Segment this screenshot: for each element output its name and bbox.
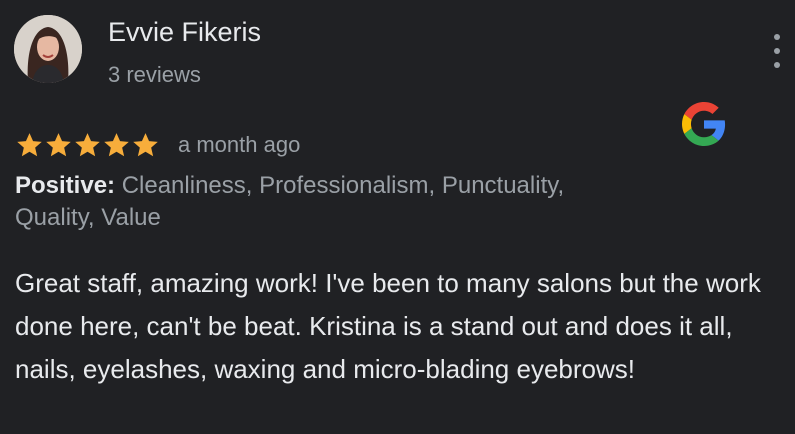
more-vert-icon[interactable] xyxy=(768,34,786,68)
star-icon xyxy=(133,133,158,157)
star-rating xyxy=(15,131,160,159)
google-logo-icon xyxy=(682,102,726,146)
author-avatar[interactable] xyxy=(14,15,82,83)
star-icon xyxy=(17,133,42,157)
highlights-line-1: Cleanliness, Professionalism, Punctualit… xyxy=(115,172,565,199)
author-photo xyxy=(14,15,82,83)
review-text: Great staff, amazing work! I've been to … xyxy=(15,268,761,384)
highlights-label: Positive: xyxy=(15,172,116,199)
rating-row: a month ago xyxy=(15,131,300,159)
review-time: a month ago xyxy=(178,132,301,157)
star-icon xyxy=(75,133,100,157)
star-icon xyxy=(104,133,129,157)
highlights-line-2: Quality, Value xyxy=(15,204,161,231)
review-highlights: Positive: Cleanliness, Professionalism, … xyxy=(15,170,755,234)
star-icon xyxy=(46,133,71,157)
author-review-count: 3 reviews xyxy=(108,62,201,87)
author-name[interactable]: Evvie Fikeris xyxy=(108,17,261,48)
